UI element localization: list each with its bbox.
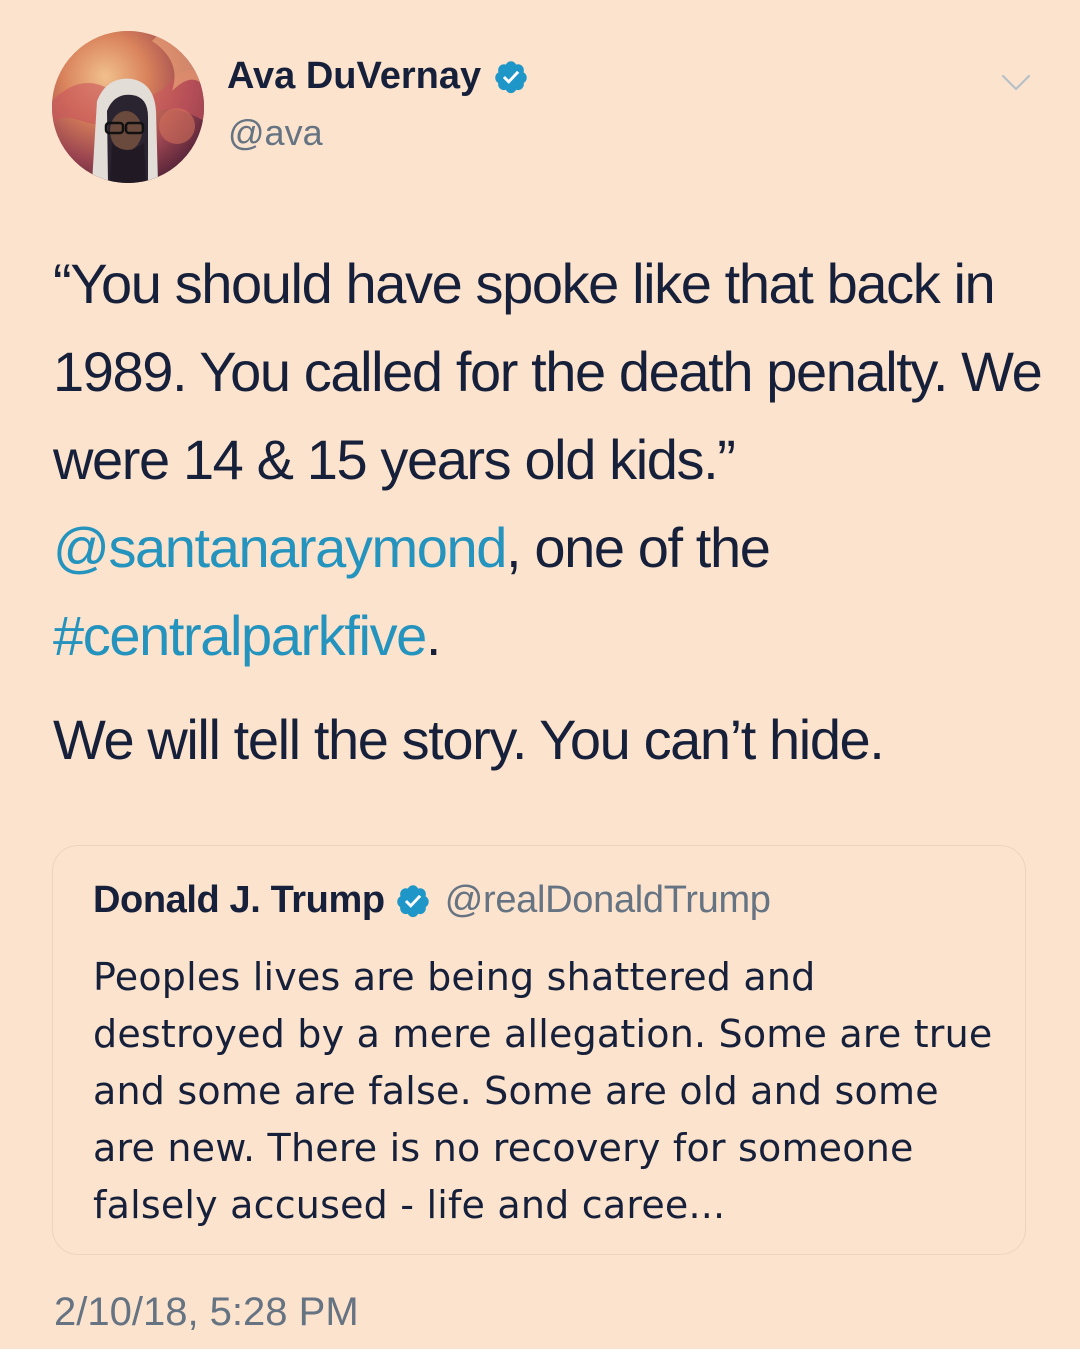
tweet-paragraph-1: “You should have spoke like that back in… <box>53 240 1043 680</box>
verified-badge-icon <box>395 883 431 919</box>
mention-link[interactable]: @santanaraymond <box>53 516 507 579</box>
chevron-down-icon[interactable] <box>1000 66 1032 98</box>
verified-badge-icon <box>493 59 529 95</box>
tweet-quote-text: “You should have spoke like that back in… <box>53 252 1043 491</box>
tweet-text: “You should have spoke like that back in… <box>53 240 1043 784</box>
tweet-text-end: . <box>425 604 442 667</box>
tweet-text-middle: , one of the <box>506 516 771 579</box>
hashtag-link[interactable]: #centralparkfive <box>53 604 427 667</box>
author-name[interactable]: Ava DuVernay <box>227 55 481 98</box>
quoted-author-handle: @realDonaldTrump <box>444 879 771 921</box>
author-handle[interactable]: @ava <box>228 112 323 154</box>
author-avatar[interactable] <box>52 31 204 183</box>
tweet-paragraph-2: We will tell the story. You can’t hide. <box>53 708 885 771</box>
tweet-timestamp[interactable]: 2/10/18, 5:28 PM <box>54 1290 359 1335</box>
quoted-tweet-header: Donald J. Trump @realDonaldTrump <box>93 879 771 922</box>
avatar-photo <box>52 31 204 183</box>
quoted-tweet-card[interactable]: Donald J. Trump @realDonaldTrump Peoples… <box>52 845 1026 1255</box>
quoted-tweet-text: Peoples lives are being shattered and de… <box>93 955 993 1227</box>
quoted-author-name: Donald J. Trump <box>93 879 385 921</box>
author-name-row[interactable]: Ava DuVernay <box>227 55 529 98</box>
